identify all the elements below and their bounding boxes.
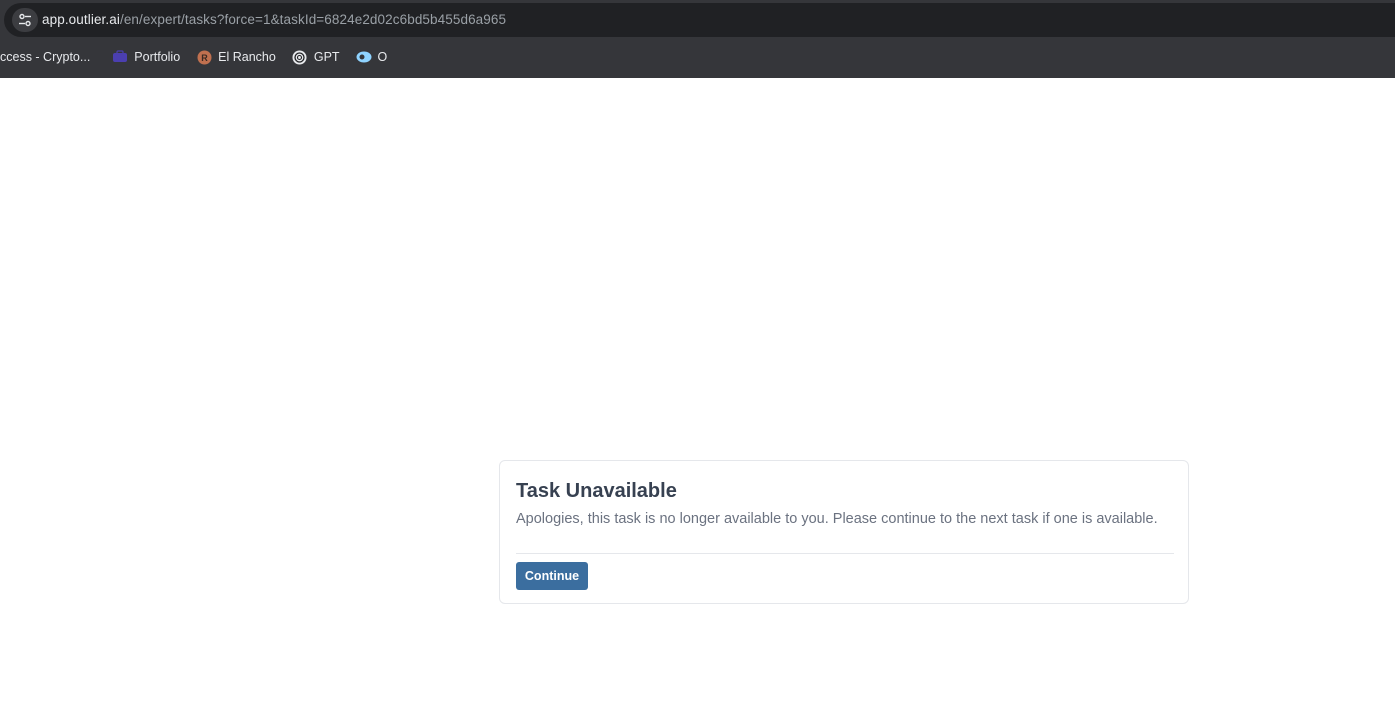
svg-text:R: R: [201, 53, 208, 63]
o-icon: [356, 49, 372, 65]
bookmark-crypto[interactable]: ccess - Crypto...: [0, 43, 96, 71]
portfolio-icon: [112, 49, 128, 65]
task-unavailable-card: Task Unavailable Apologies, this task is…: [499, 460, 1189, 604]
bookmark-el-rancho[interactable]: R El Rancho: [190, 43, 282, 71]
page-content: Task Unavailable Apologies, this task is…: [0, 78, 1395, 722]
bookmark-portfolio[interactable]: Portfolio: [106, 43, 186, 71]
continue-button[interactable]: Continue: [516, 562, 588, 590]
tune-icon: [19, 13, 31, 27]
bookmark-label: GPT: [313, 50, 340, 64]
card-title: Task Unavailable: [516, 480, 677, 502]
bookmarks-bar: ccess - Crypto... Portfolio R El Rancho: [0, 40, 1395, 74]
url-path: /en/expert/tasks?force=1&taskId=6824e2d0…: [119, 12, 507, 27]
card-divider: [516, 553, 1174, 554]
openai-icon: [292, 49, 308, 65]
bookmark-label: ccess - Crypto...: [0, 50, 91, 64]
letter-r-icon: R: [196, 49, 212, 65]
bookmark-label: Portfolio: [134, 50, 181, 64]
url-text[interactable]: app.outlier.ai/en/expert/tasks?force=1&t…: [42, 12, 506, 27]
bookmark-gpt[interactable]: GPT: [286, 43, 346, 71]
address-bar[interactable]: app.outlier.ai/en/expert/tasks?force=1&t…: [4, 3, 1395, 37]
bookmark-o[interactable]: O: [350, 43, 394, 71]
browser-chrome: app.outlier.ai/en/expert/tasks?force=1&t…: [0, 0, 1395, 78]
bookmark-label: O: [377, 50, 388, 64]
bookmark-label: El Rancho: [218, 50, 276, 64]
site-info-button[interactable]: [12, 8, 38, 32]
url-host: app.outlier.ai: [42, 12, 120, 27]
card-message: Apologies, this task is no longer availa…: [516, 511, 1158, 527]
